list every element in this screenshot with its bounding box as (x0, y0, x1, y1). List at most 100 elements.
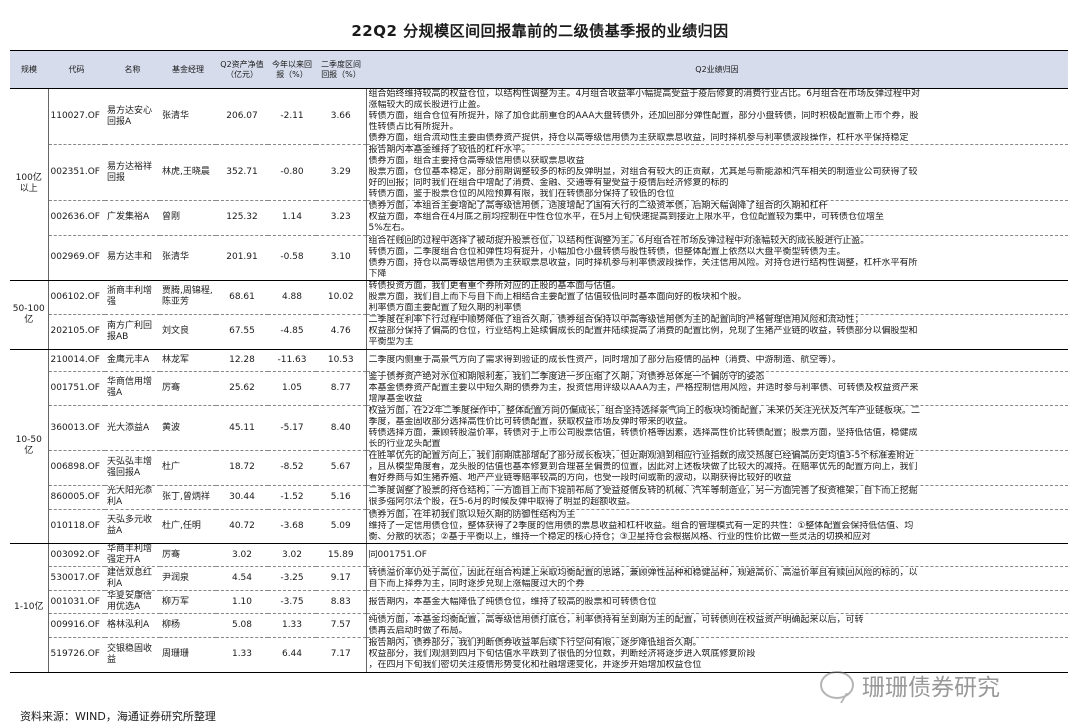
attribution-line: 在胜率优先的配置方向上，我们前期底部增配了部分成长板块，但近期观测到相应行业指数… (368, 451, 915, 462)
fund-name: 华夏安康信用优选A (105, 590, 160, 614)
fund-q2-return: 3.10 (316, 234, 366, 281)
table-row: 002636.OF 广发集裕A 曾刚 125.32 1.14 3.23 债券方面，本组合主要… (10, 200, 1068, 235)
fund-ytd-return: -11.63 (277, 354, 307, 365)
header-code: 代码 (48, 50, 105, 89)
fund-code: 009916.OF (48, 613, 105, 638)
attribution-line: 权益部分保持了偏高的仓位，行业结构上延续偏成长的配置并陆续提高了消费的配置比例，… (368, 326, 918, 337)
watermark-text: 珊珊债券研究 (862, 675, 1000, 701)
fund-nav: 45.11 (216, 405, 268, 451)
attribution-line: 转债方面，组合仓位有所提升，除了加仓此前重仓的AAA大盘转债外，还加回部分弹性配… (368, 111, 919, 121)
fund-ytd-return: 6.44 (268, 637, 316, 673)
table-row: 50-100亿 006102.OF 浙商丰利增强 贾腾,周锦程,陈亚芳 68.61 4.8… (10, 280, 1068, 350)
attribution-line: 组合在贱回的过程中选择了被动提升股票仓位，以结构性调整为主。6月组合在市场反弹过… (368, 235, 870, 246)
fund-nav: 3.02 (231, 549, 253, 560)
fund-ytd-return: -3.68 (268, 508, 316, 544)
fund-code: 530017.OF (48, 566, 105, 591)
fund-name: 建信双息红利A (105, 566, 160, 591)
fund-name: 金鹰元丰A (107, 354, 150, 365)
table-row: 530017.OF 建信双息红利A 尹润泉 4.54 -3.25 9.17 转债溢价率仍处于… (10, 566, 1068, 591)
fund-ytd-return: -5.17 (268, 405, 316, 451)
fund-attribution: 转债投资方面，我们更看重个券所对应的正股的基本面与估值。 股票方面，我们自上而下与… (365, 280, 1068, 315)
fund-attribution: 债券方面，在年初我们就以短久期的防御性结构为主 维持了一定信用债仓位，整体获得了2… (365, 508, 1068, 544)
fund-attribution: 组合始终维持较高的权益仓位，以结构性调整为主。4月组合收益率小幅提高受益于疫后修… (365, 88, 1068, 145)
attribution-line: 纯债方面，本基金均衡配置，高等级信用债打底仓，利率债持有至到期为主的配置，可转债… (368, 614, 864, 625)
header-attr: Q2业绩归因 (366, 50, 1068, 89)
fund-attribution: 报告期内本基金维持了较低的杠杆水平。 债券方面，组合主要持仓高等级信用债以获取票息… (365, 144, 1068, 201)
table-row: 001751.OF 华商信用增强A 厉骞 25.62 1.05 8.77 鉴于债券资产绝对水… (10, 370, 1068, 406)
fund-code: 010118.OF (48, 508, 105, 544)
fund-nav: 25.62 (216, 370, 268, 406)
fund-name: 光大添益A (105, 405, 160, 451)
fund-q2-return: 7.17 (316, 637, 366, 673)
attribution-line: 平衡型为主 (368, 337, 414, 348)
fund-code: 003092.OF (50, 549, 100, 560)
fund-attribution: 同001751.OF (365, 543, 1068, 567)
attribution-line: 涨幅较大的成长股进行止盈。 (368, 100, 486, 110)
fund-attribution: 组合在贱回的过程中选择了被动提升股票仓位，以结构性调整为主。6月组合在市场反弹过… (365, 234, 1068, 281)
fund-ytd-return: -3.25 (268, 566, 316, 591)
fund-attribution: 鉴于债券资产绝对水位和期限利差，我们二季度进一步压缩了久期，对债券总体是一个偏防… (365, 370, 1068, 406)
fund-name: 易方达丰和 (105, 234, 160, 281)
fund-nav: 125.32 (216, 200, 268, 235)
fund-manager: 杜广,任明 (160, 508, 216, 544)
fund-code: 002636.OF (48, 200, 105, 235)
fund-nav: 201.91 (216, 234, 268, 281)
scale-cell: 50-100亿 (10, 280, 49, 350)
attribution-line: 权益方面，本组合在4月底之前均控制在中性仓位水平，在5月上旬快速提高到接近上限水… (368, 212, 884, 223)
attribution-line: 鉴于债券资产绝对水位和期限利差，我们二季度进一步压缩了久期，对债券总体是一个偏防… (368, 371, 765, 382)
fund-code: 360013.OF (48, 405, 105, 451)
watermark: 珊珊债券研究 (820, 668, 1000, 702)
fund-name: 交银稳固收益 (105, 637, 160, 673)
fund-code: 001751.OF (48, 370, 105, 406)
fund-code: 006102.OF (50, 291, 100, 302)
attribution-line: 利率债方面主要配置了短久期的利率债 (368, 302, 522, 313)
fund-q2-return: 3.66 (330, 111, 351, 121)
table-row: 360013.OF 光大添益A 黄波 45.11 -5.17 8.40 权益方面，在22年二… (10, 405, 1068, 451)
header-row: 规模 代码 名称 基金经理 Q2资产净值（亿元） 今年以来回报（%） 二季度区间… (10, 50, 1068, 89)
fund-manager: 张丁,曾炳祥 (160, 484, 216, 509)
fund-ytd-return: -8.52 (268, 450, 316, 485)
fund-nav: 12.28 (229, 354, 255, 365)
header-ytd: 今年以来回报（%） (268, 50, 316, 89)
attribution-line: 二季度调整了股票的持仓结构，一方面自上而下提前布局了受益疫情反转的机械、汽车等制… (368, 486, 918, 496)
fund-nav: 67.55 (216, 314, 268, 350)
attribution-line: 转债溢价率仍处于高位，因此在组合构建上采取均衡配置的思路，兼顾弹性品种和稳健品种… (368, 567, 918, 578)
fund-name: 易方达裕祥回报 (105, 144, 160, 201)
fund-manager: 黄波 (160, 405, 216, 451)
fund-name: 浙商丰利增强 (107, 286, 153, 308)
fund-manager: 张清华 (162, 111, 190, 121)
fund-q2-return: 10.02 (327, 291, 354, 302)
fund-manager: 林虎,王晓晨 (160, 144, 216, 201)
attribution-line: 债券方面，持仓以高等级信用债为主获取票息收益，同时择机参与利率债波段操作，关注信… (368, 257, 918, 268)
fund-code: 519726.OF (48, 637, 105, 673)
table-row: 002351.OF 易方达裕祥回报 林虎,王晓晨 352.71 -0.80 3.29 报告期… (10, 144, 1068, 201)
fund-attribution: 纯债方面，本基金均衡配置，高等级信用债打底仓，利率债持有至到期为主的配置，可转债… (365, 613, 1068, 638)
fund-manager: 厉骞 (160, 370, 216, 406)
attribution-line: 权益方面，在22年二季度操作中，整体配置方向仍偏成长，组合坚持选择景气向上的板块… (368, 406, 920, 417)
fund-attribution: 转债溢价率仍处于高位，因此在组合构建上采取均衡配置的思路，兼顾弹性品种和稳健品种… (365, 566, 1068, 591)
table-row: 002969.OF 易方达丰和 张清华 201.91 -0.58 3.10 组合在贱回的过程… (10, 234, 1068, 281)
header-q2: 二季度区间回报（%） (316, 50, 366, 89)
attribution-line: 下降 (368, 268, 387, 279)
fund-q2-return: 8.77 (316, 370, 366, 406)
fund-name: 易方达安心回报A (107, 105, 153, 127)
fund-attribution: 债券方面，本组合主要增配了高等级信用债，适度增配了国有大行的二级资本债，后期大幅… (365, 200, 1068, 235)
fund-manager: 柳万军 (160, 590, 216, 614)
fund-ytd-return: -3.75 (268, 590, 316, 614)
fund-name: 南方广利回报AB (105, 314, 160, 350)
header-scale: 规模 (10, 50, 48, 89)
attribution-line: 衡、分散的状态；②基于平衡以上，维持一个稳定的核心持仓；③卫星持仓会根据风格、行… (368, 531, 871, 542)
attribution-line: 债券方面，在年初我们就以短久期的防御性结构为主 (368, 509, 576, 520)
attribution-line: 自下而上择券为主，同时逐步兑现上涨幅度过大的个券 (368, 578, 585, 589)
attribution-line: 长的行业龙头配置 (368, 439, 441, 449)
attribution-line: 维持了一定信用债仓位，整体获得了2季度的信用债的票息收益和杠杆收益。组合的管理模… (368, 520, 914, 531)
fund-code: 002969.OF (48, 234, 105, 281)
fund-name: 华商丰利增强定开A (107, 544, 153, 565)
attribution-line: 性转债占比有所提升。 (368, 122, 459, 132)
fund-manager: 尹润泉 (160, 566, 216, 591)
fund-ytd-return: 1.05 (268, 370, 316, 406)
attribution-line: 转债方面，二季度组合仓位和弹性均有提升，小幅加仓小盘转债与股性转债，但整体配置上… (368, 246, 846, 257)
fund-nav: 30.44 (216, 484, 268, 509)
fund-ytd-return: -4.85 (268, 314, 316, 350)
attribution-line: 股票方面，我们自上而下与自下而上相结合主要配置了估值较低同时基本面向好的板块和个… (368, 291, 747, 302)
